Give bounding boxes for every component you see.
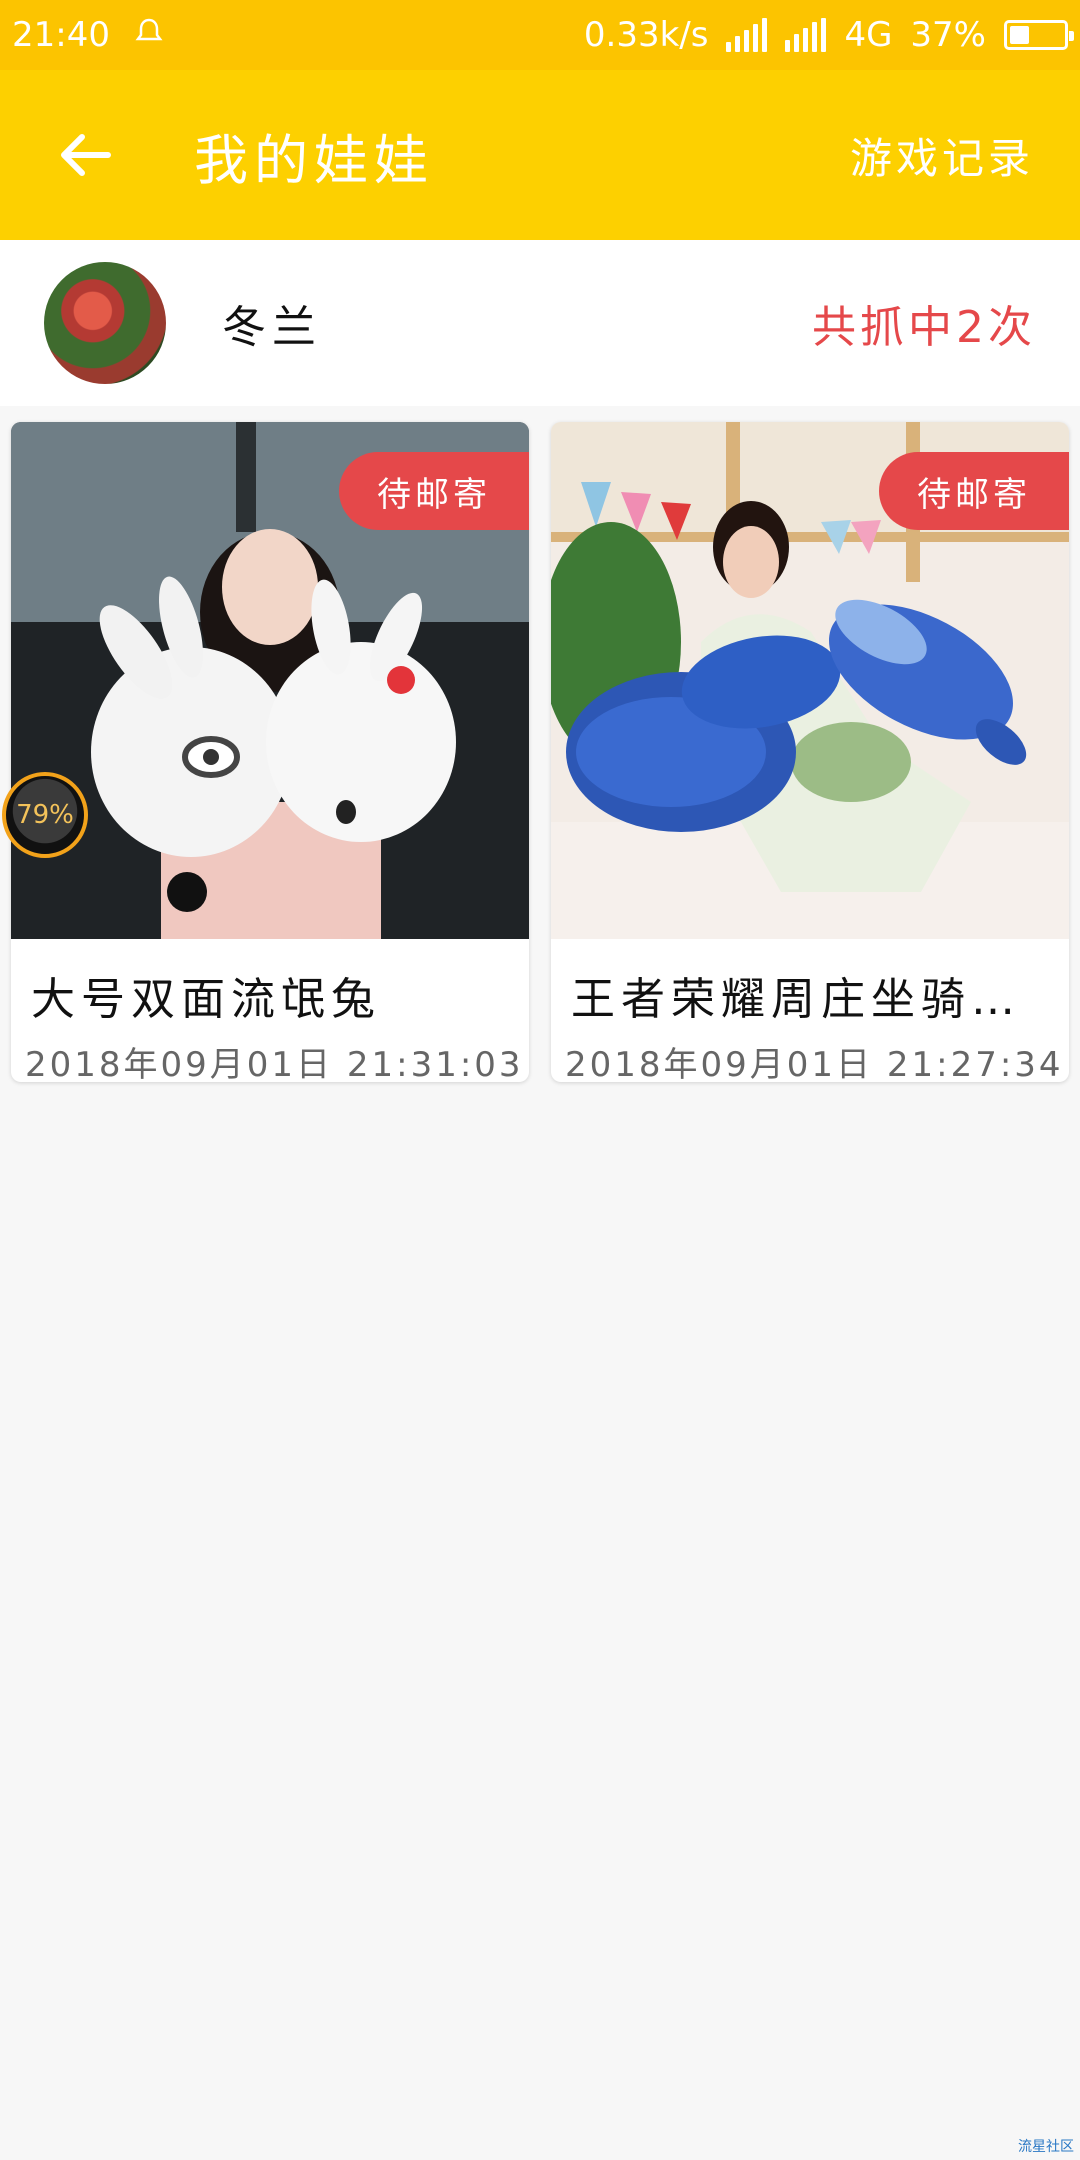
arrow-left-icon bbox=[61, 134, 111, 176]
status-bar: 21:40 0.33k/s 4G 37% bbox=[0, 0, 1080, 70]
wifi-signal-icon bbox=[726, 18, 768, 52]
battery-icon bbox=[1004, 20, 1074, 50]
catch-count: 共抓中2次 bbox=[812, 302, 1036, 353]
user-name: 冬兰 bbox=[222, 302, 322, 353]
page-title: 我的娃娃 bbox=[194, 128, 434, 192]
status-badge: 待邮寄 bbox=[879, 452, 1069, 530]
floating-speed-widget[interactable]: 79% bbox=[2, 772, 88, 858]
doll-photo: 待邮寄 bbox=[11, 422, 529, 939]
doll-date: 2018年09月01日 21:31:03 bbox=[25, 1045, 524, 1082]
app-bar: 我的娃娃 游戏记录 bbox=[0, 70, 1080, 240]
notification-icon bbox=[134, 15, 164, 55]
doll-photo: 待邮寄 bbox=[551, 422, 1069, 939]
status-badge: 待邮寄 bbox=[339, 452, 529, 530]
status-time: 21:40 bbox=[12, 15, 110, 55]
back-button[interactable] bbox=[56, 126, 114, 184]
doll-card[interactable]: 待邮寄 王者荣耀周庄坐骑… 2018年09月01日 21:27:34 bbox=[551, 422, 1069, 1082]
doll-card[interactable]: 待邮寄 大号双面流氓兔 2018年09月01日 21:31:03 bbox=[11, 422, 529, 1082]
game-history-button[interactable]: 游戏记录 bbox=[850, 125, 1034, 186]
doll-title: 大号双面流氓兔 bbox=[31, 974, 381, 1025]
cell-signal-icon bbox=[785, 18, 827, 52]
watermark: 流星社区 bbox=[1018, 2139, 1074, 2155]
battery-percent: 37% bbox=[910, 15, 986, 55]
doll-date: 2018年09月01日 21:27:34 bbox=[565, 1045, 1064, 1082]
doll-title: 王者荣耀周庄坐骑… bbox=[571, 974, 1021, 1025]
avatar[interactable] bbox=[44, 262, 166, 384]
network-type: 4G bbox=[844, 15, 893, 55]
user-summary: 冬兰 共抓中2次 bbox=[0, 240, 1080, 406]
network-speed: 0.33k/s bbox=[583, 15, 709, 55]
doll-grid: 待邮寄 大号双面流氓兔 2018年09月01日 21:31:03 待邮寄 王者荣… bbox=[11, 422, 1069, 1082]
